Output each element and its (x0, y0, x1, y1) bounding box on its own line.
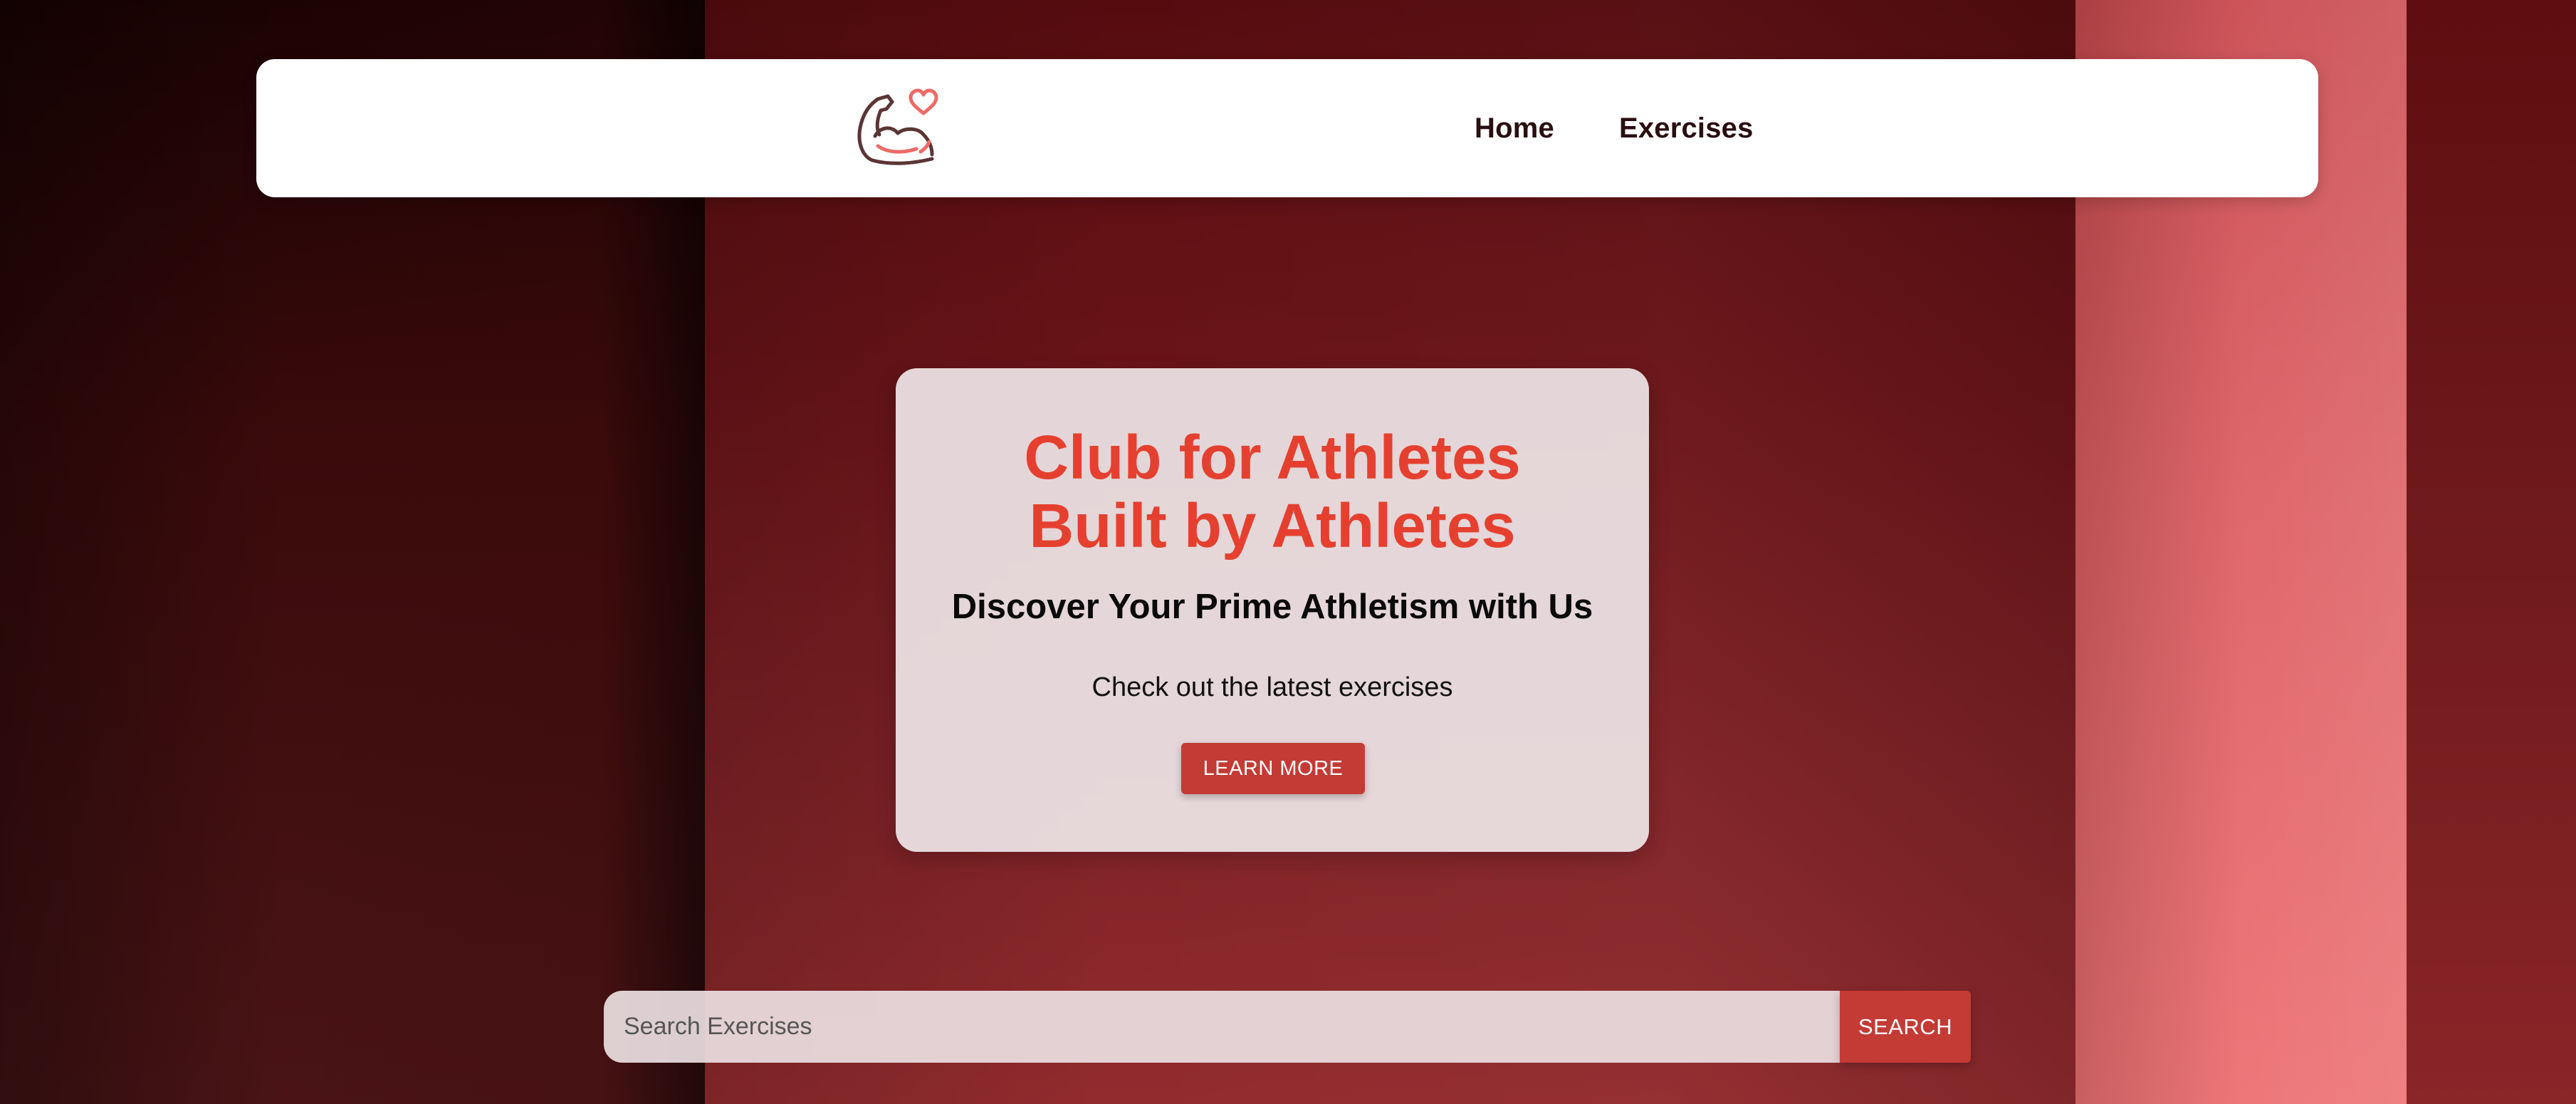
nav-exercises-link[interactable]: Exercises (1619, 113, 1754, 145)
hero-title-line-1: Club for Athletes (1024, 423, 1521, 492)
flexed-bicep-heart-icon (857, 88, 938, 165)
hero-title-line-2: Built by Athletes (1029, 491, 1516, 561)
background-band (2407, 0, 2576, 1104)
hero-card: Club for Athletes Built by Athletes Disc… (896, 368, 1649, 852)
nav-home-link[interactable]: Home (1475, 113, 1554, 145)
search-input[interactable] (604, 991, 1840, 1063)
learn-more-button[interactable]: LEARN MORE (1181, 743, 1365, 794)
search-button[interactable]: SEARCH (1840, 991, 1971, 1063)
top-navbar: Home Exercises (256, 59, 2318, 197)
main-nav: Home Exercises (1475, 103, 1754, 153)
hero-subtitle: Discover Your Prime Athletism with Us (951, 588, 1593, 626)
hero-description: Check out the latest exercises (1091, 672, 1453, 702)
exercise-search-bar: SEARCH (604, 991, 1971, 1063)
logo-link[interactable] (852, 85, 942, 169)
